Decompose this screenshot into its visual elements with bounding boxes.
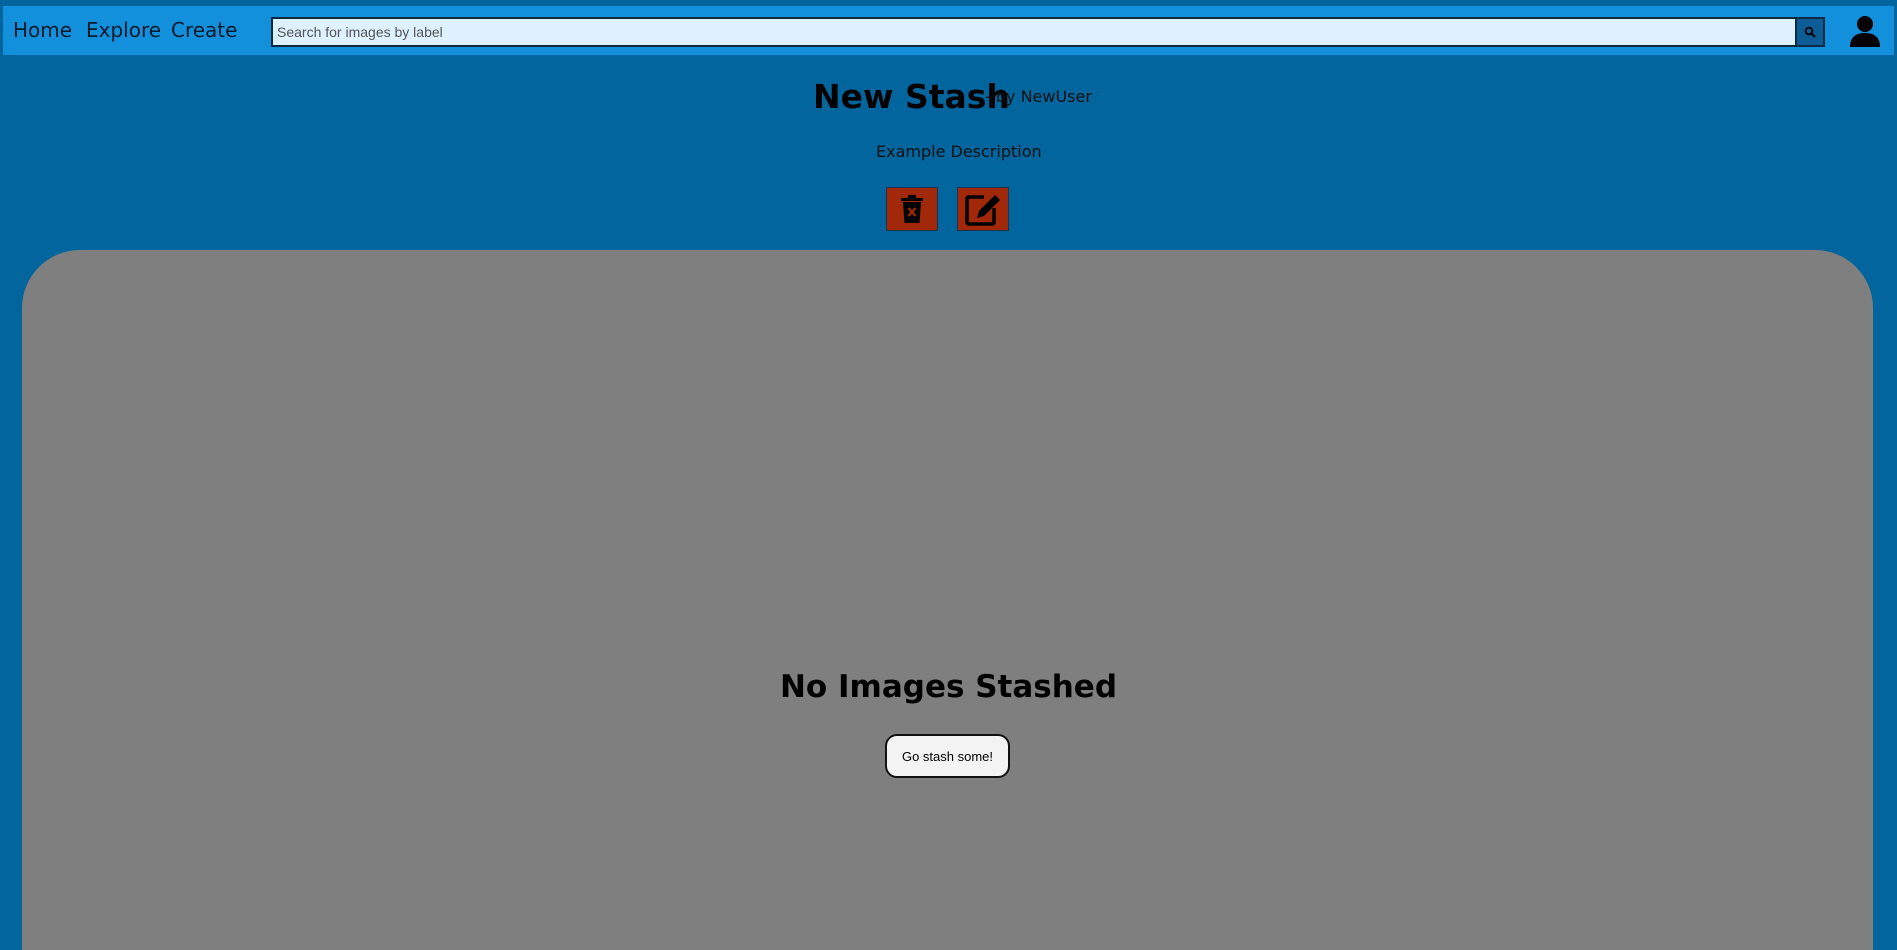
top-navbar: Home Explore Create [3,6,1894,55]
nav-link-explore[interactable]: Explore [86,20,161,40]
stash-gallery [22,250,1873,950]
profile-button[interactable] [1846,13,1884,49]
search-button[interactable] [1795,19,1823,45]
stash-description: Example Description [876,142,1042,161]
go-stash-button[interactable]: Go stash some! [885,734,1010,778]
empty-state-heading: No Images Stashed [779,669,1118,705]
search-input[interactable] [273,19,1795,45]
edit-stash-button[interactable] [957,187,1009,231]
edit-icon [965,195,1000,226]
stash-title: New Stash [813,77,1010,116]
trash-icon [901,195,923,223]
user-icon [1850,16,1880,47]
search-bar [271,17,1825,47]
nav-link-create[interactable]: Create [171,20,237,40]
delete-stash-button[interactable] [886,187,938,231]
nav-link-home[interactable]: Home [13,20,72,40]
search-icon [1804,26,1816,38]
stash-author: - by NewUser [985,87,1092,106]
